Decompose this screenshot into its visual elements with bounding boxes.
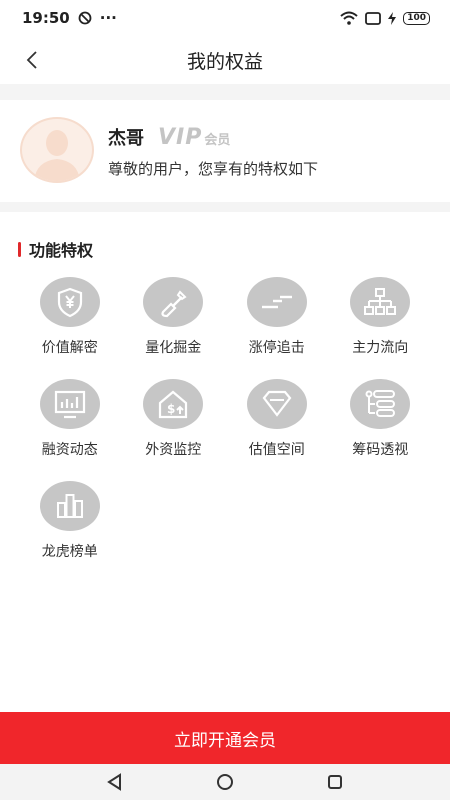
section-marker — [18, 241, 21, 257]
divider — [0, 202, 450, 212]
house-dollar-icon: $ — [143, 379, 204, 429]
yen-shield-icon — [39, 277, 100, 327]
feature-section: 功能特权 价值解密 量化掘金 涨停追击 主力流向 融资动态 $ 外资监控 估值空… — [0, 212, 450, 712]
profile-card: 杰哥 VIP 会员 尊敬的用户，您享有的特权如下 — [0, 100, 450, 202]
feature-grid: 价值解密 量化掘金 涨停追击 主力流向 融资动态 $ 外资监控 估值空间 筹码透… — [18, 277, 432, 561]
profile-subtitle: 尊敬的用户，您享有的特权如下 — [108, 160, 319, 178]
user-name: 杰哥 — [108, 128, 144, 149]
slider-list-icon — [350, 379, 411, 429]
lines-icon — [246, 277, 307, 327]
divider — [0, 84, 450, 100]
feature-item[interactable]: 融资动态 — [18, 379, 122, 459]
screen-icon — [365, 11, 382, 25]
svg-text:$: $ — [167, 402, 175, 416]
status-bar: 19:50 ··· 100 — [0, 0, 450, 36]
feature-label: 涨停追击 — [248, 340, 305, 356]
section-title: 功能特权 — [29, 241, 94, 260]
feature-label: 融资动态 — [41, 442, 98, 458]
feature-label: 估值空间 — [248, 442, 305, 458]
user-silhouette-icon — [34, 130, 80, 181]
shovel-icon — [143, 277, 204, 327]
system-nav-bar — [0, 764, 450, 800]
feature-item[interactable]: 主力流向 — [329, 277, 433, 357]
bar-columns-icon — [39, 481, 100, 531]
dnd-icon — [78, 11, 92, 25]
back-button[interactable] — [18, 46, 46, 74]
feature-item[interactable]: 龙虎榜单 — [18, 481, 122, 561]
org-chart-icon — [350, 277, 411, 327]
monitor-chart-icon — [39, 379, 100, 429]
battery-level: 100 — [403, 11, 430, 25]
diamond-icon — [246, 379, 307, 429]
section-header: 功能特权 — [18, 237, 93, 261]
feature-item[interactable]: $ 外资监控 — [122, 379, 226, 459]
vip-tag: 会员 — [204, 132, 231, 148]
avatar — [20, 117, 94, 183]
feature-label: 价值解密 — [41, 340, 98, 356]
wifi-icon — [340, 11, 358, 25]
feature-item[interactable]: 价值解密 — [18, 277, 122, 357]
feature-label: 主力流向 — [352, 340, 409, 356]
back-triangle-icon[interactable] — [106, 773, 124, 791]
feature-item[interactable]: 筹码透视 — [329, 379, 433, 459]
page-title: 我的权益 — [186, 50, 263, 73]
recents-square-icon[interactable] — [326, 773, 344, 791]
feature-label: 龙虎榜单 — [41, 544, 98, 560]
status-time: 19:50 — [22, 9, 70, 27]
feature-label: 量化掘金 — [145, 340, 202, 356]
feature-label: 外资监控 — [145, 442, 202, 458]
feature-item[interactable]: 量化掘金 — [122, 277, 226, 357]
charging-icon — [388, 11, 397, 25]
open-membership-button[interactable]: 立即开通会员 — [0, 712, 450, 764]
vip-mark: VIP — [158, 124, 203, 150]
header: 我的权益 — [0, 36, 450, 84]
feature-item[interactable]: 估值空间 — [225, 379, 329, 459]
home-circle-icon[interactable] — [216, 773, 234, 791]
vip-badge: VIP 会员 — [158, 125, 230, 150]
chevron-left-icon — [26, 51, 37, 69]
status-more: ··· — [99, 9, 117, 27]
feature-item[interactable]: 涨停追击 — [225, 277, 329, 357]
feature-label: 筹码透视 — [352, 442, 409, 458]
